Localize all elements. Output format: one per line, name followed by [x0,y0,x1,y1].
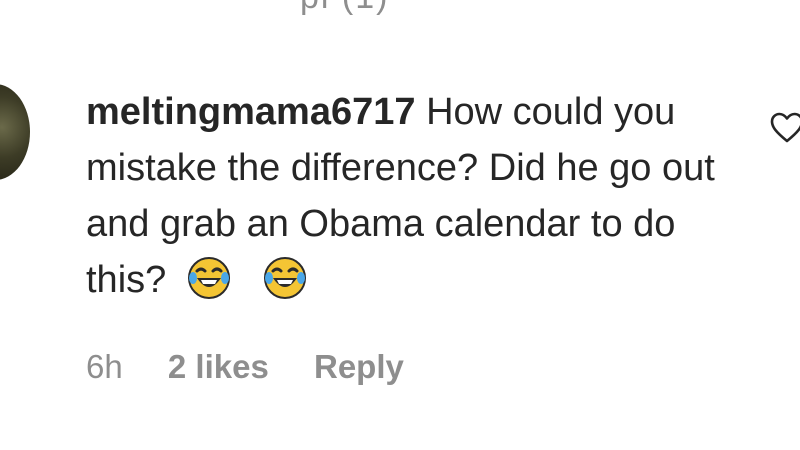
comment-username[interactable]: meltingmama6717 [86,91,416,133]
tears-of-joy-emoji-icon [264,256,307,299]
heart-outline-icon[interactable] [770,112,800,144]
comment-likes-count[interactable]: 2 likes [168,348,269,385]
comment-timestamp[interactable]: 6h [86,348,123,385]
comment-body: meltingmama6717 How could you mistake th… [86,84,726,308]
reply-button[interactable]: Reply [314,348,404,385]
avatar[interactable] [0,84,30,180]
tears-of-joy-emoji-icon [187,256,230,299]
truncated-header-text: pl (1) [300,0,389,17]
comment-view: pl (1) meltingmama6717 How could you mis… [0,0,800,450]
comment-meta: 6h 2 likes Reply [86,348,440,386]
